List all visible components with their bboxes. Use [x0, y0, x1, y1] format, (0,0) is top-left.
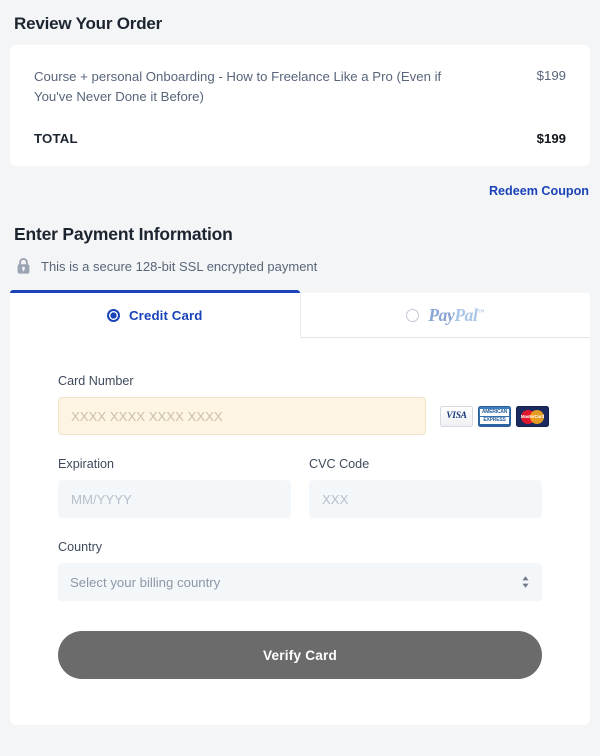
order-total-row: TOTAL $199: [34, 131, 566, 146]
expiration-input[interactable]: [58, 480, 291, 519]
amex-icon-line2: EXPRESS: [480, 416, 509, 424]
radio-unselected-icon[interactable]: [406, 308, 420, 322]
cvc-block: CVC Code: [309, 457, 542, 519]
expiration-block: Expiration: [58, 457, 291, 519]
mastercard-icon: MasterCard: [516, 405, 549, 427]
order-item-name: Course + personal Onboarding - How to Fr…: [34, 69, 442, 105]
mastercard-icon-text: MasterCard: [520, 413, 545, 419]
paypal-logo-pay: Pay: [428, 304, 455, 325]
card-number-input[interactable]: [58, 397, 426, 436]
tab-credit-card-label: Credit Card: [128, 308, 203, 324]
order-item-price: $199: [536, 68, 566, 83]
review-order-title: Review Your Order: [14, 14, 163, 33]
ssl-notice-text: This is a secure 128-bit SSL encrypted p…: [41, 258, 318, 274]
country-select[interactable]: Select your billing country: [58, 563, 542, 602]
paypal-logo: PayPal™: [428, 305, 484, 326]
expiration-label: Expiration: [58, 457, 115, 472]
cvc-input[interactable]: [309, 480, 542, 519]
card-number-row: VISA AMERICAN EXPRESS MasterCard: [58, 397, 549, 436]
country-select-wrap: Select your billing country: [58, 563, 542, 602]
card-number-field-wrap: [58, 397, 426, 436]
order-total-price: $199: [536, 131, 566, 147]
expiration-cvc-row: Expiration CVC Code: [58, 457, 542, 519]
radio-selected-icon[interactable]: [106, 309, 120, 323]
card-number-label: Card Number: [58, 374, 134, 389]
paypal-trademark: ™: [477, 307, 485, 316]
country-block: Country Select your billing country: [58, 540, 542, 602]
order-total-label: TOTAL: [34, 131, 78, 147]
payment-form-card: Card Number VISA AMERICAN EXPRESS Master…: [10, 338, 590, 726]
card-number-block: Card Number VISA AMERICAN EXPRESS Master…: [58, 374, 549, 436]
paypal-logo-pal: Pal: [454, 304, 478, 325]
country-label: Country: [58, 540, 103, 555]
visa-icon: VISA: [440, 405, 473, 427]
amex-icon: AMERICAN EXPRESS: [478, 405, 511, 427]
country-select-value: Select your billing country: [70, 574, 221, 590]
order-line-item: Course + personal Onboarding - How to Fr…: [34, 67, 566, 107]
coupon-row: Redeem Coupon: [0, 166, 600, 198]
tab-credit-card[interactable]: Credit Card: [10, 290, 300, 339]
visa-icon-text: VISA: [446, 411, 467, 422]
lock-icon: [17, 258, 30, 274]
redeem-coupon-link[interactable]: Redeem Coupon: [489, 184, 589, 198]
order-summary-card: Course + personal Onboarding - How to Fr…: [10, 45, 590, 167]
verify-card-button[interactable]: Verify Card: [58, 631, 542, 680]
accepted-card-brands: VISA AMERICAN EXPRESS MasterCard: [440, 405, 549, 427]
cvc-label: CVC Code: [309, 457, 370, 472]
payment-method-tabs: Credit Card PayPal™: [10, 290, 590, 339]
amex-icon-line1: AMERICAN: [480, 408, 509, 416]
payment-information-title: Enter Payment Information: [14, 224, 233, 245]
tab-paypal[interactable]: PayPal™: [299, 293, 590, 339]
ssl-notice-row: This is a secure 128-bit SSL encrypted p…: [0, 245, 600, 275]
